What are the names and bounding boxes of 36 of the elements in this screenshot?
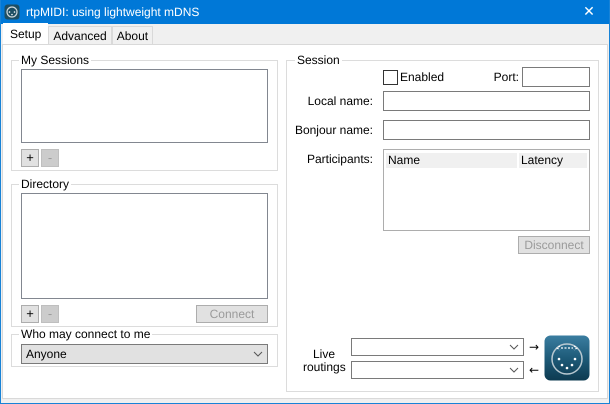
bonjour-name-field[interactable] bbox=[383, 120, 590, 140]
group-title: Directory bbox=[20, 177, 70, 191]
participants-list[interactable]: Name Latency bbox=[383, 149, 590, 231]
window-title: rtpMIDI: using lightweight mDNS bbox=[26, 5, 200, 19]
checkbox[interactable] bbox=[383, 70, 398, 84]
chevron-icon bbox=[253, 351, 263, 357]
arrow-label: ← bbox=[528, 362, 540, 376]
routing-dropdown[interactable] bbox=[351, 360, 524, 378]
chevron-icon bbox=[509, 344, 519, 350]
list-button[interactable]: + bbox=[21, 149, 39, 167]
tab[interactable]: Setup bbox=[3, 23, 48, 44]
group-title: My Sessions bbox=[20, 53, 90, 67]
midi-connector-icon bbox=[544, 335, 590, 381]
list-button[interactable]: + bbox=[21, 305, 39, 323]
group-title: Session bbox=[296, 53, 341, 67]
field-label: Port: bbox=[494, 70, 519, 84]
directory-list[interactable] bbox=[21, 193, 268, 299]
column-header[interactable]: Latency bbox=[519, 153, 587, 168]
field-label: Bonjour name: bbox=[294, 123, 374, 137]
tab[interactable]: About bbox=[112, 26, 154, 44]
local-name-field[interactable] bbox=[383, 91, 590, 111]
tab[interactable]: Advanced bbox=[48, 26, 112, 44]
session-list[interactable] bbox=[21, 69, 268, 143]
column-header[interactable]: Name bbox=[386, 153, 517, 168]
close-button[interactable]: ✕ bbox=[569, 0, 609, 24]
midi-plug-icon bbox=[4, 4, 20, 20]
routing-dropdown[interactable] bbox=[351, 338, 524, 356]
live-routings-label: Live routings bbox=[303, 348, 345, 374]
port-field[interactable] bbox=[522, 67, 590, 87]
field-label: Local name: bbox=[306, 94, 374, 108]
chevron-icon bbox=[509, 366, 519, 372]
access-dropdown[interactable]: Anyone bbox=[21, 344, 268, 364]
group-title: Who may connect to me bbox=[20, 327, 152, 341]
field-label: Participants: bbox=[306, 151, 374, 166]
checkbox-label: Enabled bbox=[400, 70, 444, 84]
arrow-label: → bbox=[528, 340, 540, 354]
